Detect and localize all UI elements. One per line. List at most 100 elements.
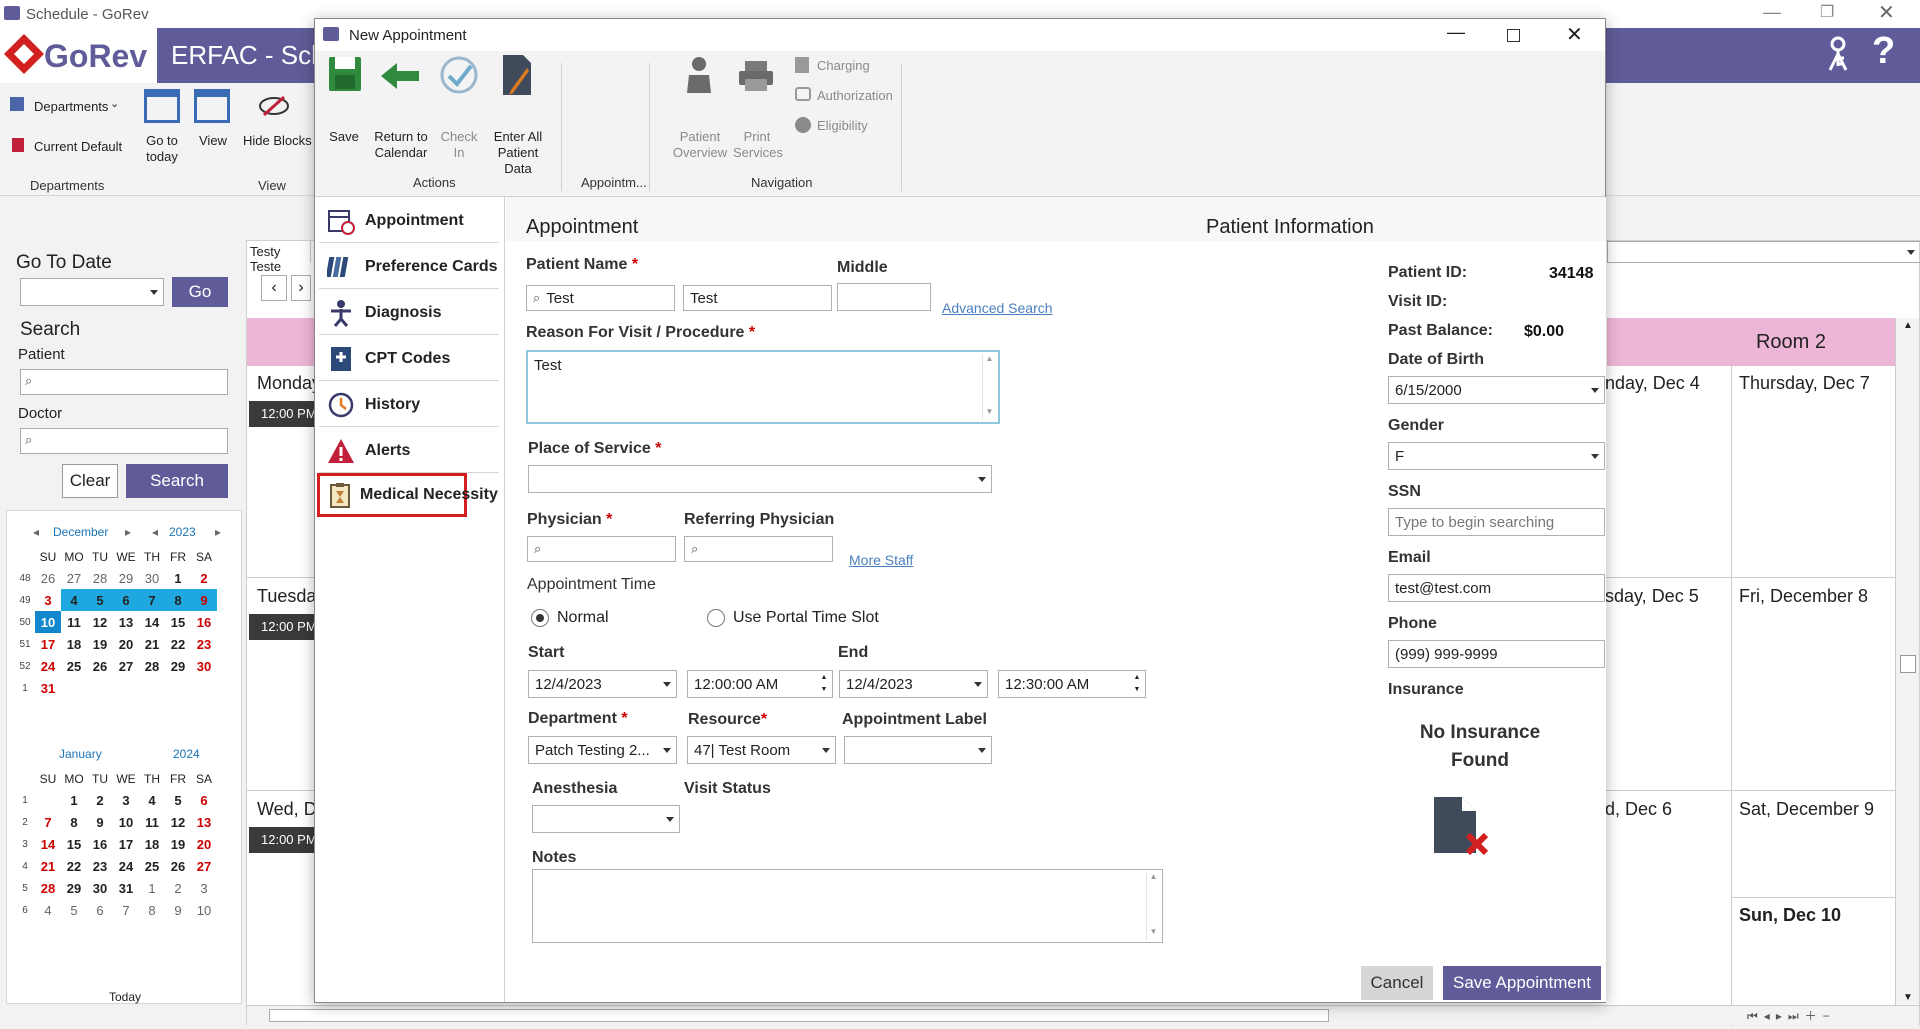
calendar-day[interactable] — [61, 677, 87, 699]
minimize-icon[interactable]: — — [1763, 2, 1781, 23]
advanced-search-link[interactable]: Advanced Search — [942, 300, 1053, 316]
calendar-day[interactable]: 9 — [165, 899, 191, 921]
pager-icons[interactable]: ⏮◂▸⏭＋− — [1747, 1007, 1836, 1024]
calendar-day[interactable]: 29 — [61, 877, 87, 899]
calendar-day[interactable]: 15 — [165, 611, 191, 633]
prev-month-icon[interactable]: ◂ — [33, 525, 39, 539]
start-date-picker[interactable]: 12/4/2023 — [528, 670, 677, 698]
calendar-day[interactable] — [139, 677, 165, 699]
physician-input[interactable]: ⌕ — [527, 536, 676, 562]
calendar-day[interactable]: 16 — [87, 833, 113, 855]
nav-appointment[interactable]: Appointment — [319, 199, 499, 243]
calendar-day[interactable]: 1 — [61, 789, 87, 811]
email-input[interactable]: test@test.com — [1388, 574, 1605, 602]
calendar-day[interactable]: 2 — [165, 877, 191, 899]
calendar-day[interactable]: 5 — [87, 589, 113, 611]
calendar-day[interactable]: 19 — [87, 633, 113, 655]
calendar-day[interactable]: 24 — [113, 855, 139, 877]
time-block[interactable]: 12:00 PM — [249, 401, 319, 427]
calendar-day[interactable]: 30 — [191, 655, 217, 677]
hide-blocks-button[interactable]: Hide Blocks — [243, 133, 312, 148]
current-default-button[interactable]: Current Default — [34, 139, 122, 154]
calendar-day[interactable]: 6 — [87, 899, 113, 921]
calendar-day[interactable]: 4 — [61, 589, 87, 611]
calendar-day[interactable]: 20 — [113, 633, 139, 655]
enter-all-patient-data-button[interactable]: Enter All Patient Data — [485, 129, 551, 177]
calendar-day[interactable]: 8 — [61, 811, 87, 833]
place-of-service-dropdown[interactable] — [528, 465, 992, 493]
print-services-button[interactable]: Print Services — [733, 129, 783, 161]
calendar-day[interactable] — [35, 789, 61, 811]
calendar-day[interactable]: 10 — [35, 611, 61, 633]
ssn-input[interactable]: Type to begin searching — [1388, 508, 1605, 536]
calendar-day[interactable]: 15 — [61, 833, 87, 855]
provider-tab[interactable]: Testy Teste — [247, 241, 311, 274]
calendar-day[interactable]: 14 — [139, 611, 165, 633]
eligibility-button[interactable]: Eligibility — [817, 118, 868, 134]
middle-name-input[interactable] — [837, 283, 931, 311]
prev-year-icon[interactable]: ◂ — [152, 525, 158, 539]
calendar-day[interactable]: 13 — [191, 811, 217, 833]
calendar-day[interactable]: 3 — [191, 877, 217, 899]
calendar-day[interactable]: 22 — [165, 633, 191, 655]
search-button[interactable]: Search — [126, 464, 228, 498]
textarea-scrollbar[interactable]: ▲ ▼ — [1146, 872, 1160, 940]
calendar-day[interactable]: 30 — [139, 567, 165, 589]
view-dropdown[interactable]: View — [199, 133, 227, 148]
portal-time-slot-radio[interactable] — [707, 609, 725, 627]
calendar-day[interactable]: 17 — [113, 833, 139, 855]
normal-radio[interactable] — [531, 609, 549, 627]
calendar-day[interactable]: 6 — [113, 589, 139, 611]
save-appointment-button[interactable]: Save Appointment — [1443, 966, 1601, 1000]
referring-physician-input[interactable]: ⌕ — [684, 536, 833, 562]
departments-dropdown[interactable]: Departments — [34, 99, 108, 114]
spinner-icon[interactable]: ▲ ▼ — [1132, 672, 1142, 696]
doctor-search-input[interactable]: ⌕ — [20, 428, 228, 454]
minimize-icon[interactable]: — — [1447, 22, 1465, 43]
calendar-day[interactable]: 31 — [35, 677, 61, 699]
scroll-down-icon[interactable]: ▼ — [1903, 992, 1913, 1003]
calendar-day[interactable]: 5 — [165, 789, 191, 811]
nav-history[interactable]: History — [319, 383, 499, 427]
next-year-icon[interactable]: ▸ — [215, 525, 221, 539]
maximize-icon[interactable] — [1507, 29, 1520, 42]
close-icon[interactable]: ✕ — [1878, 0, 1895, 25]
calendar-day[interactable]: 16 — [191, 611, 217, 633]
calendar-day[interactable]: 18 — [139, 833, 165, 855]
more-staff-link[interactable]: More Staff — [849, 552, 913, 568]
calendar-day[interactable]: 23 — [191, 633, 217, 655]
calendar-day[interactable]: 23 — [87, 855, 113, 877]
calendar-day[interactable] — [113, 677, 139, 699]
calendar-day[interactable]: 30 — [87, 877, 113, 899]
calendar-day[interactable]: 20 — [191, 833, 217, 855]
charging-button[interactable]: Charging — [817, 58, 870, 74]
year-2024[interactable]: 2024 — [173, 747, 200, 761]
scroll-thumb[interactable] — [1900, 655, 1916, 673]
calendar-day[interactable]: 26 — [87, 655, 113, 677]
start-time-input[interactable]: 12:00:00 AM ▲ ▼ — [687, 670, 833, 698]
help-icon[interactable]: ? — [1872, 30, 1895, 73]
calendar-day[interactable]: 7 — [35, 811, 61, 833]
calendar-day[interactable]: 27 — [113, 655, 139, 677]
calendar-day[interactable]: 14 — [35, 833, 61, 855]
calendar-day[interactable]: 27 — [61, 567, 87, 589]
calendar-day[interactable]: 24 — [35, 655, 61, 677]
resource-dropdown[interactable]: 47| Test Room — [687, 736, 836, 764]
anesthesia-dropdown[interactable] — [532, 805, 680, 833]
user-key-icon[interactable] — [1822, 36, 1854, 72]
calendar-day[interactable]: 8 — [165, 589, 191, 611]
reason-textarea[interactable]: Test ▲ ▼ — [526, 350, 1000, 424]
calendar-day[interactable]: 19 — [165, 833, 191, 855]
calendar-day[interactable] — [191, 677, 217, 699]
calendar-day[interactable]: 9 — [87, 811, 113, 833]
spinner-icon[interactable]: ▲ ▼ — [819, 672, 829, 696]
return-to-calendar-button[interactable]: Return to Calendar — [371, 129, 431, 161]
vertical-scrollbar[interactable]: ▲ ▼ — [1895, 318, 1919, 1008]
gender-dropdown[interactable]: F — [1388, 442, 1605, 470]
year-2023[interactable]: 2023 — [169, 525, 196, 539]
cancel-button[interactable]: Cancel — [1361, 966, 1433, 1000]
month-jan[interactable]: January — [59, 747, 102, 761]
month-dec[interactable]: December — [53, 525, 108, 539]
phone-input[interactable]: (999) 999-9999 — [1388, 640, 1605, 668]
department-dropdown[interactable]: Patch Testing 2... — [528, 736, 677, 764]
